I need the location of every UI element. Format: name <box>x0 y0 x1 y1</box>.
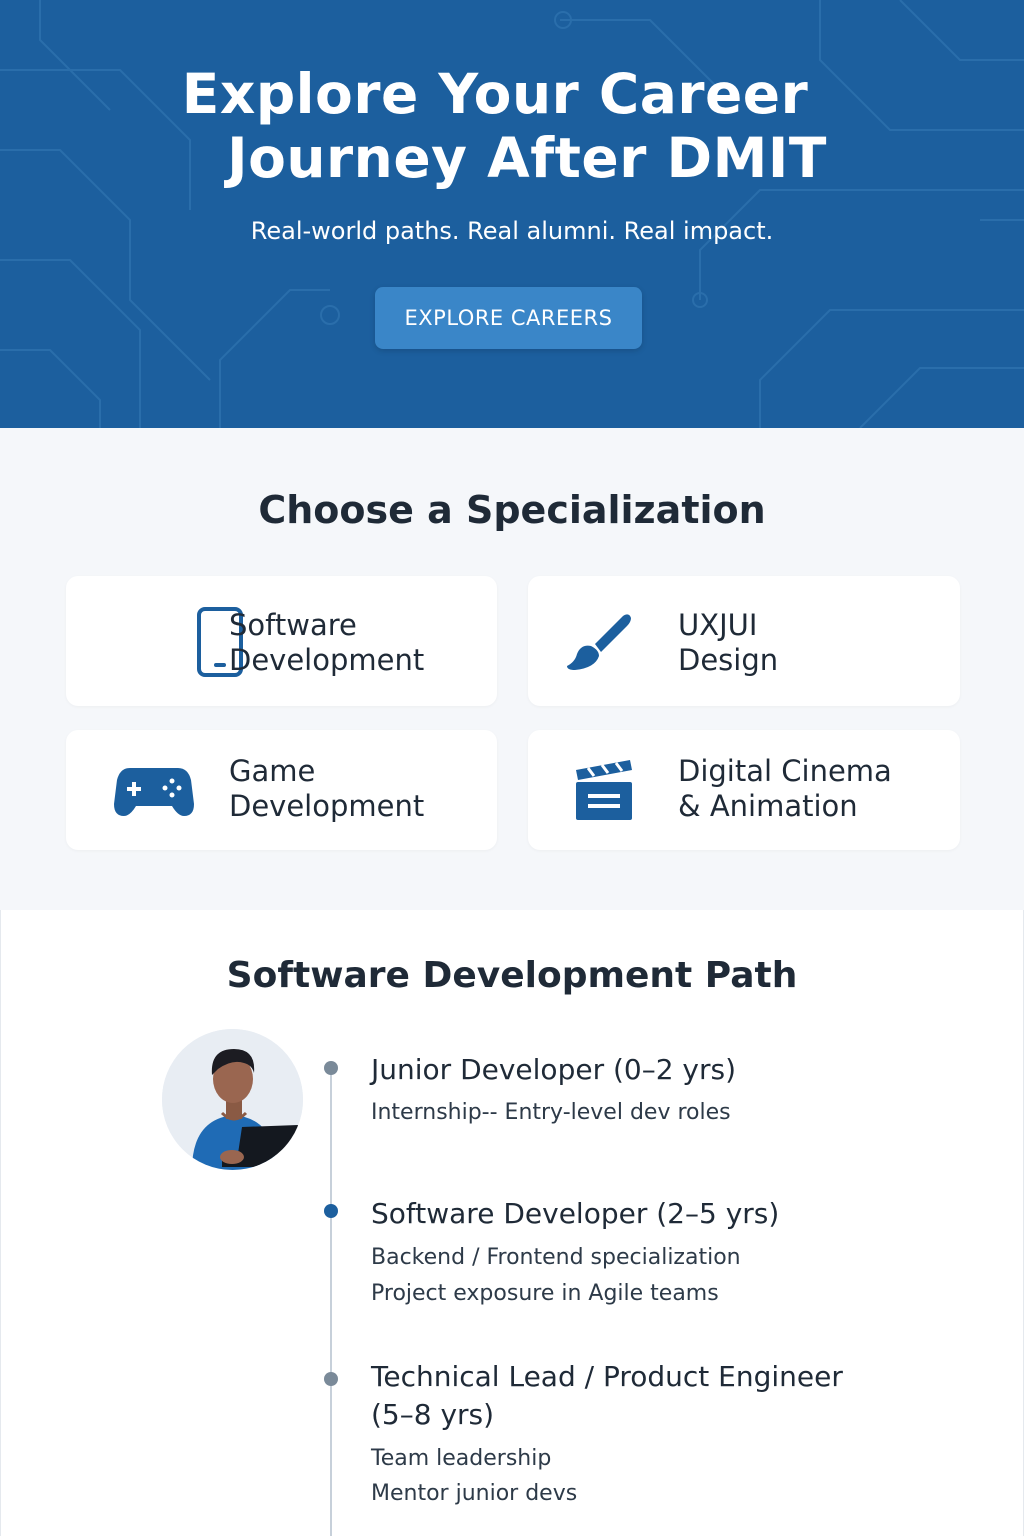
card-label: Game Development <box>229 754 425 823</box>
hero-title-line-1: Explore Your Career <box>181 62 809 126</box>
step-detail: Backend / Frontend specialization <box>371 1245 741 1270</box>
hero-title: Explore Your Career Journey After DMIT <box>0 62 1024 190</box>
explore-careers-button[interactable]: EXPLORE CAREERS <box>375 287 642 349</box>
card-game-development[interactable]: Game Development <box>66 730 497 850</box>
hero-title-line-2: Journey After DMIT <box>227 126 827 190</box>
step-detail: Project exposure in Agile teams <box>371 1281 719 1306</box>
step-title-software-developer: Software Developer (2–5 yrs) <box>371 1197 780 1230</box>
step-title-years: (5–8 yrs) <box>371 1398 495 1431</box>
card-label: Digital Cinema & Animation <box>678 754 892 823</box>
step-detail: Team leadership <box>371 1446 552 1471</box>
card-label: Software Development <box>229 608 425 677</box>
paintbrush-icon <box>567 614 631 670</box>
gamepad-icon <box>114 768 194 816</box>
path-title: Software Development Path <box>226 955 798 996</box>
specialization-section: Choose a Specialization Software Develop… <box>0 428 1024 910</box>
specialization-title: Choose a Specialization <box>258 488 766 532</box>
hero-subtitle: Real-world paths. Real alumni. Real impa… <box>250 217 774 245</box>
step-title-junior-developer: Junior Developer (0–2 yrs) <box>371 1053 737 1086</box>
developer-illustration <box>162 1029 303 1170</box>
clapperboard-icon <box>576 760 632 820</box>
step-detail: Mentor junior devs <box>371 1481 578 1506</box>
card-software-development[interactable]: Software Development <box>66 576 497 706</box>
timeline-dot <box>324 1372 338 1386</box>
hero-section: Explore Your Career Journey After DMIT R… <box>0 0 1024 428</box>
card-digital-cinema-animation[interactable]: Digital Cinema & Animation <box>528 730 960 850</box>
timeline-dot <box>324 1204 338 1218</box>
developer-avatar <box>162 1029 303 1170</box>
step-detail: Internship-- Entry-level dev roles <box>371 1100 731 1125</box>
card-ux-ui-design[interactable]: UXJUI Design <box>528 576 960 706</box>
timeline-line <box>330 1068 332 1536</box>
step-title-technical-lead: Technical Lead / Product Engineer <box>371 1360 843 1393</box>
timeline-dot <box>324 1061 338 1075</box>
card-label: UXJUI Design <box>678 608 779 677</box>
